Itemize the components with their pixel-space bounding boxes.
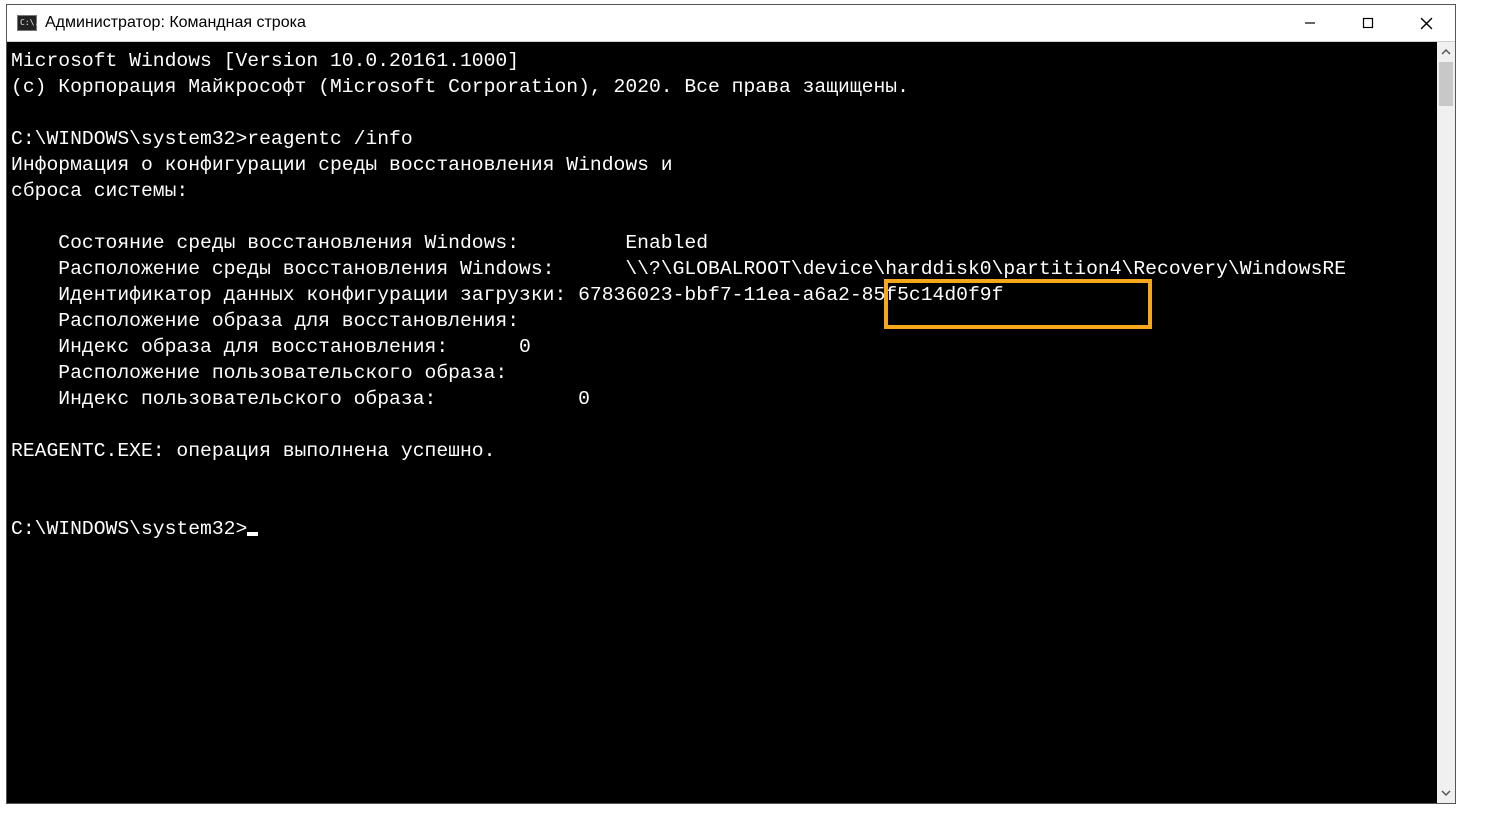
close-icon: [1420, 17, 1433, 30]
vertical-scrollbar[interactable]: [1437, 42, 1455, 803]
scroll-down-button[interactable]: [1437, 783, 1455, 803]
chevron-down-icon: [1441, 788, 1451, 798]
cursor: [247, 532, 258, 536]
minimize-button[interactable]: [1281, 5, 1339, 41]
cmd-window: C:\. Администратор: Командная строка Mic…: [6, 4, 1456, 804]
window-title: Администратор: Командная строка: [45, 14, 1281, 32]
window-controls: [1281, 5, 1455, 41]
terminal-output: Microsoft Windows [Version 10.0.20161.10…: [7, 42, 1437, 542]
terminal[interactable]: Microsoft Windows [Version 10.0.20161.10…: [7, 42, 1437, 803]
scrollbar-thumb[interactable]: [1439, 62, 1453, 106]
scroll-up-button[interactable]: [1437, 42, 1455, 62]
close-button[interactable]: [1397, 5, 1455, 41]
cmd-icon: C:\.: [17, 15, 37, 31]
maximize-button[interactable]: [1339, 5, 1397, 41]
cmd-icon-label: C:\.: [20, 19, 39, 27]
maximize-icon: [1362, 17, 1374, 29]
minimize-icon: [1304, 17, 1316, 29]
titlebar[interactable]: C:\. Администратор: Командная строка: [7, 5, 1455, 42]
chevron-up-icon: [1441, 47, 1451, 57]
client-area: Microsoft Windows [Version 10.0.20161.10…: [7, 42, 1455, 803]
